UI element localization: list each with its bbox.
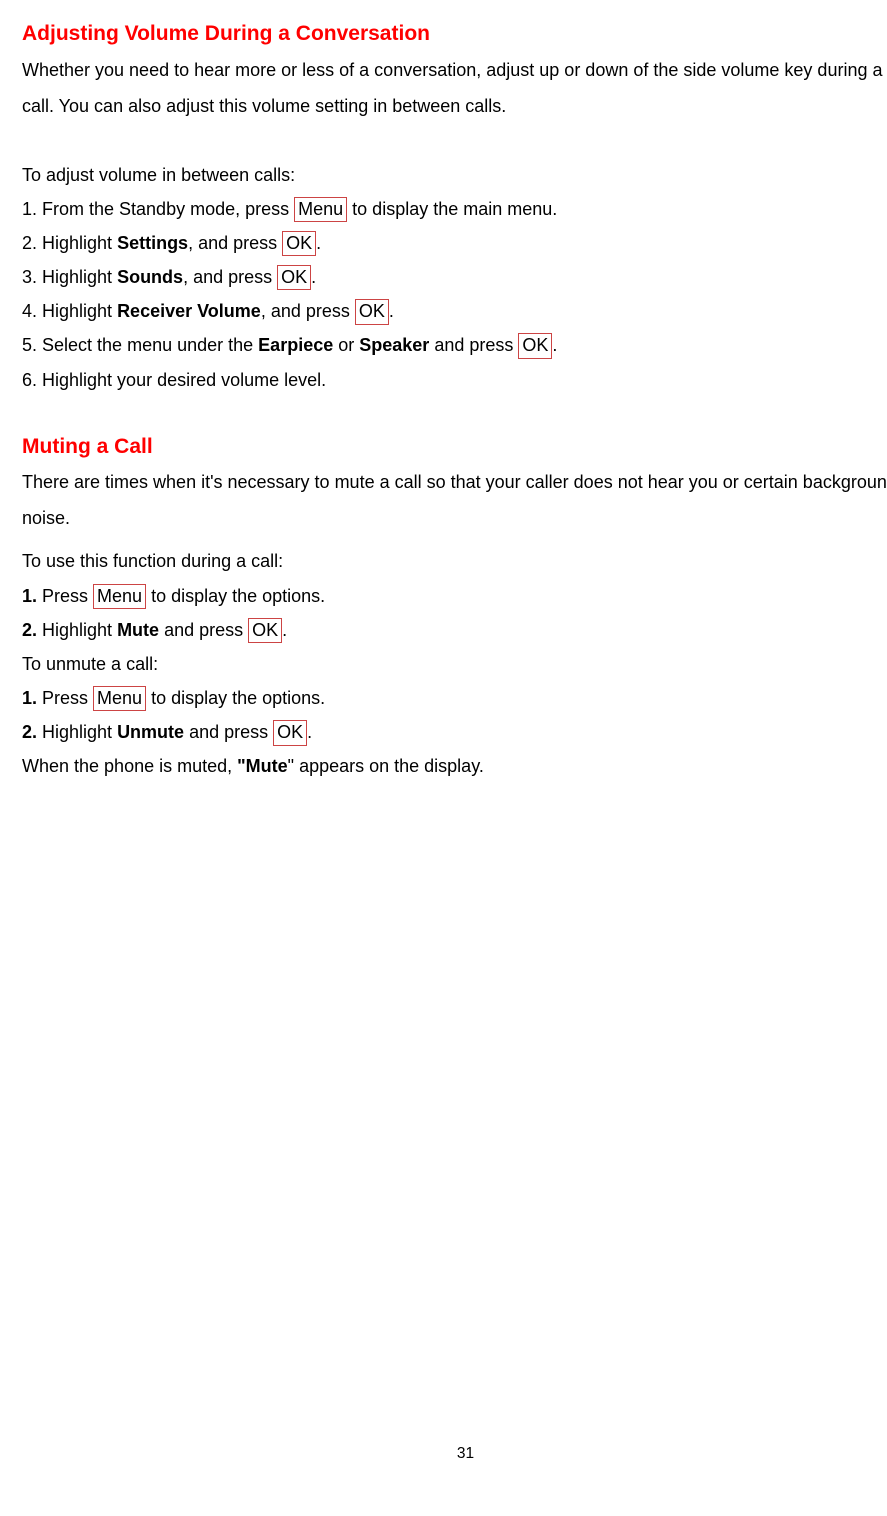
mute-step-2-b: and press	[159, 620, 248, 640]
mute-display-bold: "Mute	[237, 756, 288, 776]
mute-step-2-c: .	[282, 620, 287, 640]
step-1-text-b: to display the main menu.	[347, 199, 557, 219]
footer-b: " appears on the display.	[288, 756, 484, 776]
ok-key: OK	[282, 231, 316, 256]
sub-intro-adjust: To adjust volume in between calls:	[22, 158, 887, 192]
step-5-text-b: and press	[429, 335, 518, 355]
menu-key: Menu	[93, 686, 146, 711]
mute-step-1: 1. Press Menu to display the options.	[22, 579, 887, 613]
unmute-step-2-b: and press	[184, 722, 273, 742]
heading-muting-call: Muting a Call	[22, 431, 887, 463]
mute-step-1-num: 1.	[22, 586, 37, 606]
earpiece-bold: Earpiece	[258, 335, 333, 355]
ok-key: OK	[248, 618, 282, 643]
mute-step-2-num: 2.	[22, 620, 37, 640]
ok-key: OK	[518, 333, 552, 358]
mute-step-2: 2. Highlight Mute and press OK.	[22, 613, 887, 647]
step-4-num: 4.	[22, 301, 37, 321]
step-1: 1. From the Standby mode, press Menu to …	[22, 192, 887, 226]
ok-key: OK	[273, 720, 307, 745]
mute-step-1-b: to display the options.	[146, 586, 325, 606]
step-3-text-a: 3. Highlight	[22, 267, 117, 287]
unmute-step-2: 2. Highlight Unmute and press OK.	[22, 715, 887, 749]
step-4: 4. Highlight Receiver Volume, and press …	[22, 294, 887, 328]
step-2: 2. Highlight Settings, and press OK.	[22, 226, 887, 260]
step-2-text-b: , and press	[188, 233, 282, 253]
sub-intro-mute: To use this function during a call:	[22, 544, 887, 578]
unmute-step-1-a: Press	[37, 688, 93, 708]
menu-key: Menu	[93, 584, 146, 609]
step-4-text-b: , and press	[261, 301, 355, 321]
step-6: 6. Highlight your desired volume level.	[22, 363, 887, 397]
unmute-step-1-b: to display the options.	[146, 688, 325, 708]
unmute-bold: Unmute	[117, 722, 184, 742]
unmute-step-1-num: 1.	[22, 688, 37, 708]
speaker-bold: Speaker	[359, 335, 429, 355]
menu-key: Menu	[294, 197, 347, 222]
step-4-text-a: Highlight	[37, 301, 117, 321]
step-5-text-c: .	[552, 335, 557, 355]
unmute-step-1: 1. Press Menu to display the options.	[22, 681, 887, 715]
step-5-num: 5.	[22, 335, 37, 355]
step-2-text-c: .	[316, 233, 321, 253]
step-3-text-b: , and press	[183, 267, 277, 287]
step-4-text-c: .	[389, 301, 394, 321]
heading-adjusting-volume: Adjusting Volume During a Conversation	[22, 18, 887, 50]
page-number: 31	[22, 1439, 887, 1468]
footer-a: When the phone is muted,	[22, 756, 237, 776]
mute-footer: When the phone is muted, "Mute" appears …	[22, 749, 887, 783]
step-5-text-a: Select the menu under the	[37, 335, 258, 355]
step-1-text-a: 1. From the Standby mode, press	[22, 199, 294, 219]
unmute-step-2-a: Highlight	[37, 722, 117, 742]
receiver-volume-bold: Receiver Volume	[117, 301, 261, 321]
step-6-text-a: Highlight your desired volume level.	[37, 370, 326, 390]
sounds-bold: Sounds	[117, 267, 183, 287]
step-2-text-a: 2. Highlight	[22, 233, 117, 253]
mute-step-1-a: Press	[37, 586, 93, 606]
step-3: 3. Highlight Sounds, and press OK.	[22, 260, 887, 294]
mute-step-2-a: Highlight	[37, 620, 117, 640]
ok-key: OK	[277, 265, 311, 290]
step-5-mid: or	[333, 335, 359, 355]
intro-paragraph: Whether you need to hear more or less of…	[22, 52, 887, 124]
unmute-step-2-num: 2.	[22, 722, 37, 742]
muting-intro: There are times when it's necessary to m…	[22, 464, 887, 536]
sub-intro-unmute: To unmute a call:	[22, 647, 887, 681]
step-6-num: 6.	[22, 370, 37, 390]
unmute-step-2-c: .	[307, 722, 312, 742]
step-5: 5. Select the menu under the Earpiece or…	[22, 328, 887, 362]
mute-bold: Mute	[117, 620, 159, 640]
settings-bold: Settings	[117, 233, 188, 253]
step-3-text-c: .	[311, 267, 316, 287]
ok-key: OK	[355, 299, 389, 324]
